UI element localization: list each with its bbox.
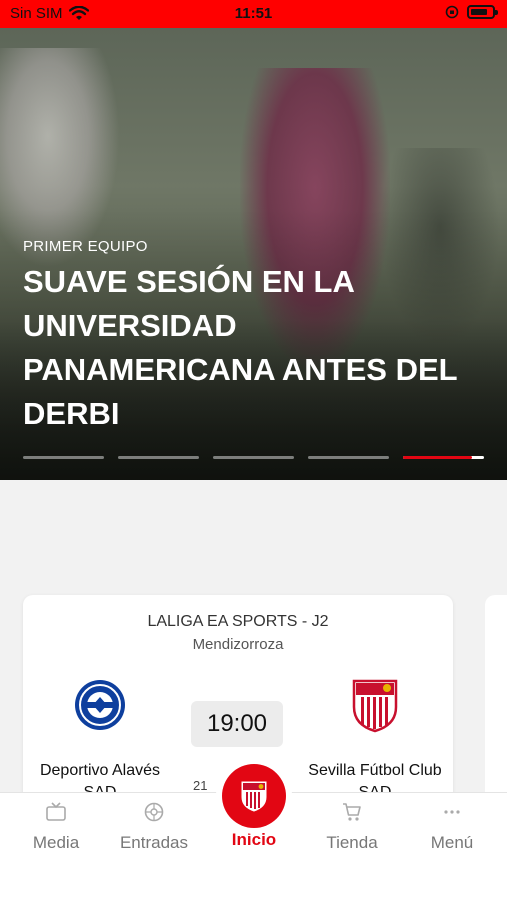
cart-icon [343, 803, 361, 821]
hero-title[interactable]: SUAVE SESIÓN EN LA UNIVERSIDAD PANAMERIC… [23, 260, 473, 436]
nav-entradas-label: Entradas [119, 833, 189, 852]
hero-carousel[interactable]: PRIMER EQUIPO SUAVE SESIÓN EN LA UNIVERS… [0, 28, 507, 480]
sevilla-crest-icon [241, 781, 267, 812]
nav-inicio-label: Inicio [231, 830, 277, 849]
nav-media[interactable]: Media [6, 801, 106, 853]
nav-entradas[interactable]: Entradas [104, 801, 204, 853]
stadium-label: Mendizorroza [192, 636, 284, 653]
nav-menu[interactable]: Menú [402, 801, 502, 853]
carousel-dot-active[interactable] [403, 456, 484, 459]
match-date: 21 [193, 778, 208, 793]
carousel-dot[interactable] [23, 456, 104, 459]
status-bar: Sin SIM 11:51 [0, 0, 507, 28]
carousel-dot[interactable] [308, 456, 389, 459]
battery-icon [467, 5, 498, 19]
home-team: Deportivo Alavés SAD [25, 677, 175, 804]
alaves-crest-icon [75, 680, 125, 730]
nav-inicio[interactable]: Inicio [204, 830, 304, 850]
nav-tienda-label: Tienda [326, 833, 378, 852]
nav-tienda[interactable]: Tienda [302, 801, 402, 853]
next-match-card[interactable] [485, 595, 507, 810]
carousel-indicators [23, 456, 484, 459]
ball-icon [144, 802, 164, 822]
status-right [445, 5, 498, 19]
nav-menu-label: Menú [430, 833, 474, 852]
orientation-lock-icon [445, 5, 459, 19]
carousel-dot[interactable] [118, 456, 199, 459]
competition-label: LALIGA EA SPORTS - J2 [147, 613, 329, 630]
nav-media-label: Media [32, 833, 80, 852]
sevilla-crest-icon [352, 679, 398, 733]
tv-icon [46, 802, 66, 821]
away-team: Sevilla Fútbol Club SAD [300, 677, 450, 804]
status-time: 11:51 [234, 5, 273, 22]
match-time: 19:00 [191, 701, 283, 747]
home-badge[interactable] [222, 764, 286, 828]
more-icon [444, 810, 460, 814]
carousel-dot[interactable] [213, 456, 294, 459]
hero-category: PRIMER EQUIPO [23, 238, 148, 255]
